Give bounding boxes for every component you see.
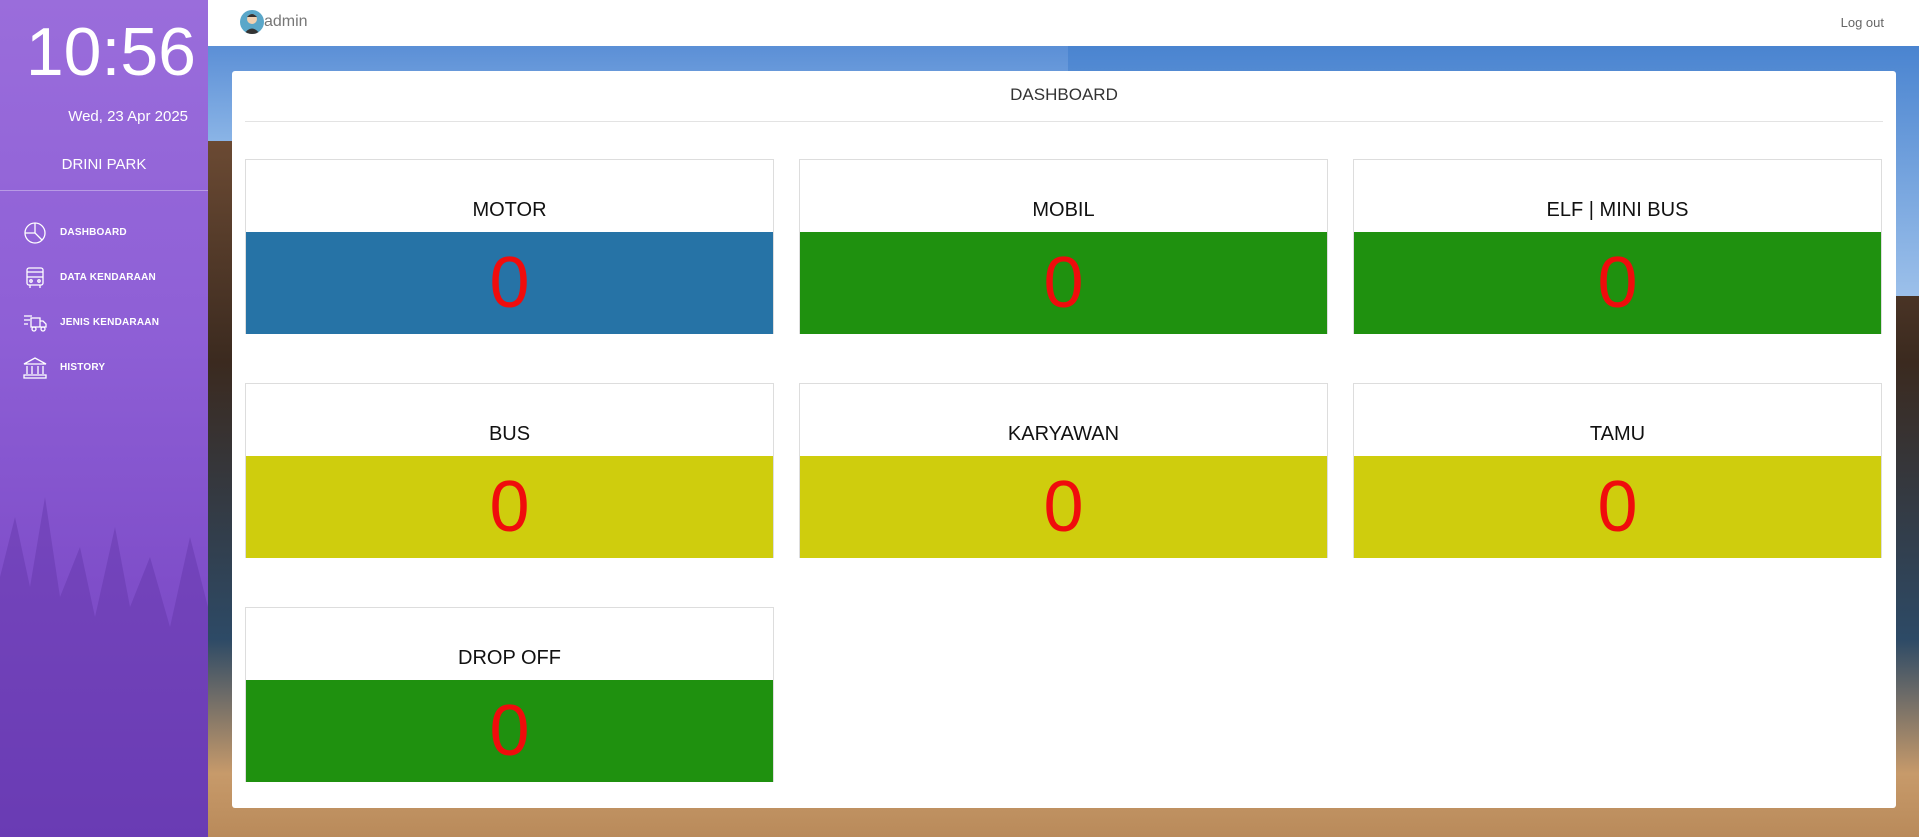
sidebar: 10:56 Wed, 23 Apr 2025 DRINI PARK DASHBO… — [0, 0, 208, 837]
tile-count: 0 — [246, 232, 773, 334]
tile-count: 0 — [1354, 232, 1881, 334]
tile-label: TAMU — [1589, 423, 1646, 445]
sidebar-item-label: DATA KENDARAAN — [60, 272, 156, 283]
clock: 10:56 — [25, 14, 196, 90]
tile-count: 0 — [800, 232, 1327, 334]
sidebar-item-jenis-kendaraan[interactable]: JENIS KENDARAAN — [0, 300, 208, 345]
sidebar-item-label: JENIS KENDARAAN — [60, 317, 160, 328]
tile-count: 0 — [1354, 456, 1881, 558]
tile-motor: MOTOR 0 — [245, 159, 774, 334]
sidebar-item-data-kendaraan[interactable]: DATA KENDARAAN — [0, 255, 208, 300]
tile-count: 0 — [246, 456, 773, 558]
logout-link[interactable]: Log out — [1841, 15, 1884, 30]
tile-label: DROP OFF — [458, 647, 561, 669]
pie-chart-icon — [24, 221, 46, 244]
tile-karyawan: KARYAWAN 0 — [799, 383, 1328, 558]
tile-label: KARYAWAN — [1007, 423, 1120, 445]
sidebar-divider — [0, 190, 208, 191]
tile-label: BUS — [488, 423, 531, 445]
user-avatar-icon — [244, 14, 260, 34]
sidebar-item-history[interactable]: HISTORY — [0, 345, 208, 390]
tile-elf-mini-bus: ELF | MINI BUS 0 — [1353, 159, 1882, 334]
avatar[interactable] — [240, 10, 264, 34]
bank-icon — [23, 356, 47, 379]
sidebar-nav: DASHBOARD DATA KENDARAAN JENIS KENDARAAN… — [0, 210, 208, 390]
site-name: DRINI PARK — [61, 156, 147, 173]
sidebar-item-label: HISTORY — [60, 362, 106, 373]
tile-label: ELF | MINI BUS — [1546, 199, 1689, 221]
tile-label: MOTOR — [472, 199, 547, 221]
date: Wed, 23 Apr 2025 — [68, 108, 188, 125]
forest-background — [0, 497, 208, 837]
delivery-truck-icon — [24, 314, 47, 332]
bus-icon — [26, 266, 44, 288]
sidebar-item-dashboard[interactable]: DASHBOARD — [0, 210, 208, 255]
tile-mobil: MOBIL 0 — [799, 159, 1328, 334]
tile-count: 0 — [800, 456, 1327, 558]
title-divider — [245, 121, 1883, 122]
tile-count: 0 — [246, 680, 773, 782]
tile-bus: BUS 0 — [245, 383, 774, 558]
dashboard-panel: DASHBOARD MOTOR 0 MOBIL 0 ELF | MINI BUS… — [232, 71, 1896, 808]
sidebar-item-label: DASHBOARD — [60, 227, 127, 238]
username[interactable]: admin — [264, 13, 308, 31]
topbar: admin Log out — [208, 0, 1919, 46]
tile-drop-off: DROP OFF 0 — [245, 607, 774, 782]
tile-label: MOBIL — [1032, 199, 1095, 221]
page-title: DASHBOARD — [1010, 85, 1118, 104]
tile-tamu: TAMU 0 — [1353, 383, 1882, 558]
